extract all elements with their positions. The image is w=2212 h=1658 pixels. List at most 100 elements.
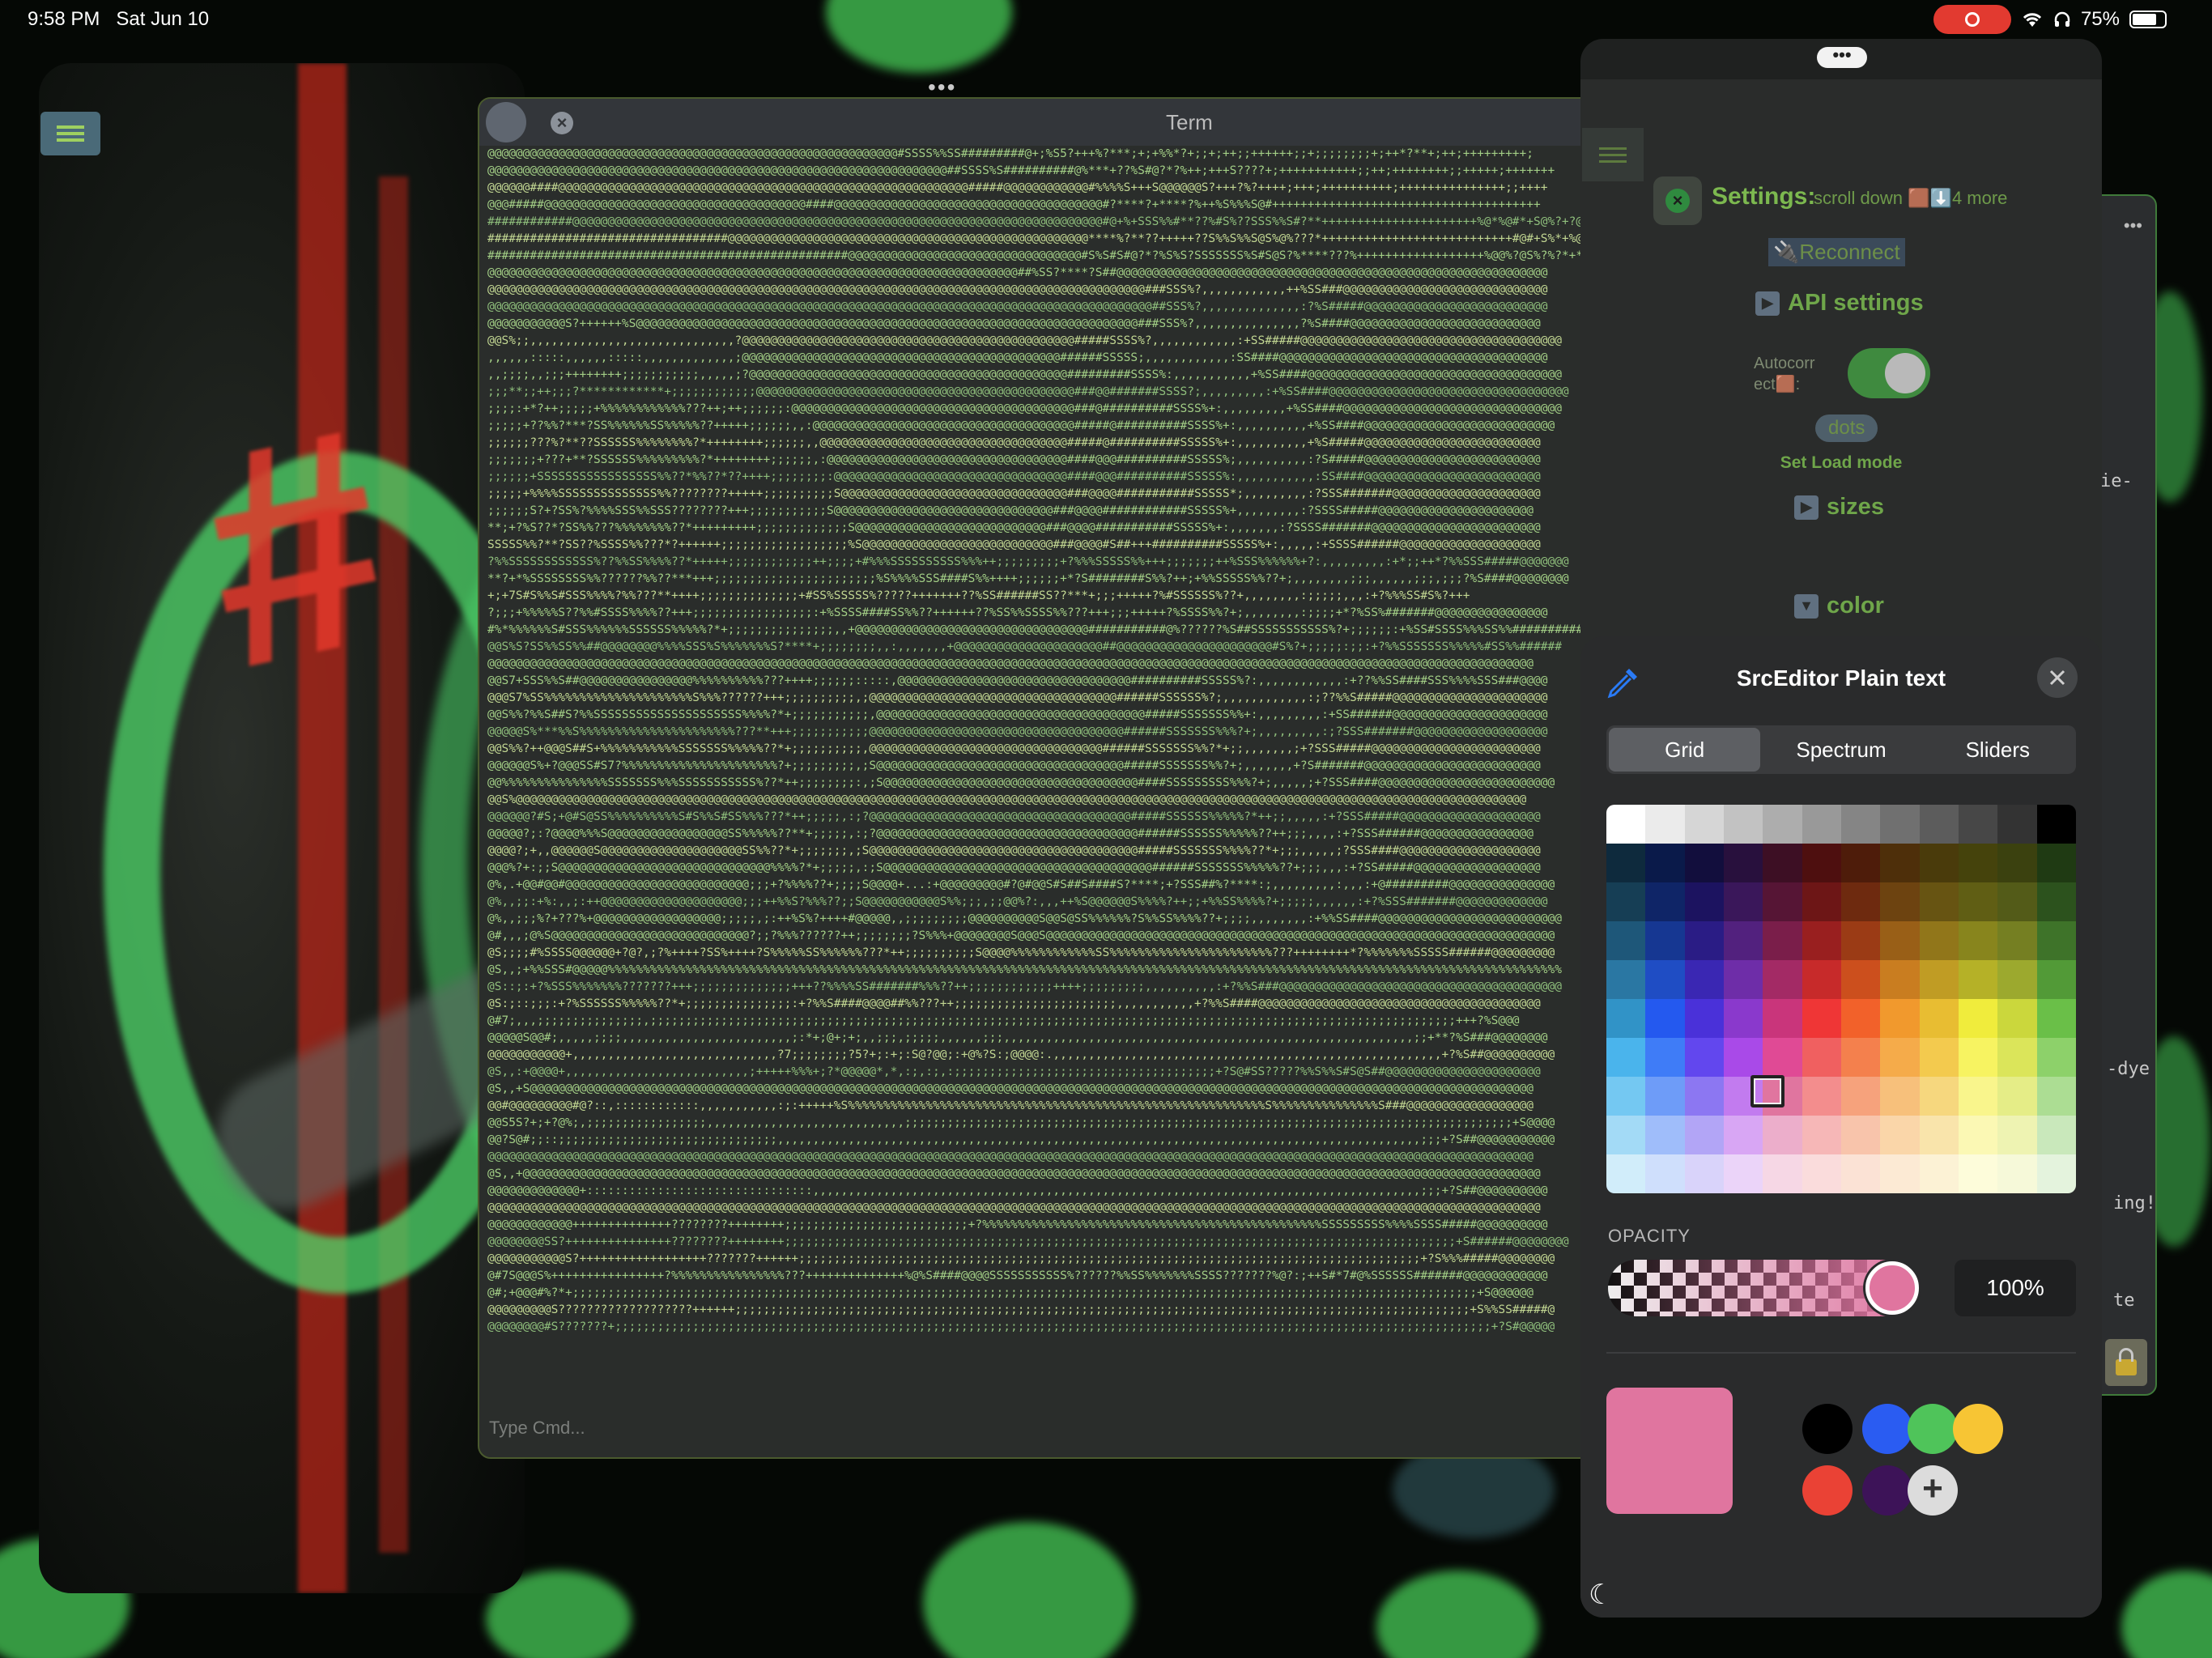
color-cell[interactable] <box>1802 844 1841 882</box>
color-cell[interactable] <box>1958 960 1998 999</box>
settings-close-button[interactable]: × <box>1653 176 1702 225</box>
color-cell[interactable] <box>1802 882 1841 921</box>
color-cell[interactable] <box>1958 1038 1998 1077</box>
color-cell[interactable] <box>1723 1154 1763 1193</box>
picker-close-button[interactable] <box>2037 657 2078 698</box>
color-grid[interactable] <box>1606 805 2076 1193</box>
swatch-green[interactable] <box>1908 1404 1958 1454</box>
color-cell[interactable] <box>1606 1077 1646 1116</box>
color-cell[interactable] <box>1763 882 1802 921</box>
color-cell[interactable] <box>1997 1154 2037 1193</box>
color-cell[interactable] <box>1723 882 1763 921</box>
swatch-yellow[interactable] <box>1953 1404 2003 1454</box>
color-cell[interactable] <box>2036 921 2076 960</box>
color-cell[interactable] <box>2036 1077 2076 1116</box>
color-cell[interactable] <box>1997 1077 2037 1116</box>
color-cell[interactable] <box>1763 1116 1802 1154</box>
color-cell[interactable] <box>1958 805 1998 844</box>
color-cell[interactable] <box>1880 999 1920 1038</box>
color-cell[interactable] <box>1880 882 1920 921</box>
color-cell[interactable] <box>2036 805 2076 844</box>
color-cell[interactable] <box>1684 960 1724 999</box>
color-cell[interactable] <box>1840 999 1881 1038</box>
color-cell[interactable] <box>2036 960 2076 999</box>
color-cell[interactable] <box>1606 844 1646 882</box>
color-cell[interactable] <box>1880 960 1920 999</box>
color-cell[interactable] <box>1840 1154 1881 1193</box>
color-cell[interactable] <box>1645 1116 1685 1154</box>
bg-lock-button[interactable] <box>2105 1339 2147 1386</box>
color-cell[interactable] <box>1684 999 1724 1038</box>
color-cell[interactable] <box>1958 999 1998 1038</box>
color-cell[interactable] <box>1997 1038 2037 1077</box>
color-cell[interactable] <box>1958 921 1998 960</box>
color-cell[interactable] <box>1840 1116 1881 1154</box>
swatch-purple[interactable] <box>1862 1465 1912 1516</box>
color-cell[interactable] <box>1802 1077 1841 1116</box>
color-cell[interactable] <box>1723 921 1763 960</box>
color-cell[interactable] <box>1645 1038 1685 1077</box>
color-cell[interactable] <box>1919 921 1959 960</box>
color-cell[interactable] <box>1645 844 1685 882</box>
color-cell[interactable] <box>1880 1154 1920 1193</box>
screen-recording-indicator[interactable] <box>1933 5 2011 34</box>
color-cell[interactable] <box>1684 1077 1724 1116</box>
color-cell[interactable] <box>1684 844 1724 882</box>
color-cell[interactable] <box>1802 999 1841 1038</box>
color-cell[interactable] <box>1684 882 1724 921</box>
color-cell[interactable] <box>2036 844 2076 882</box>
color-cell[interactable] <box>1606 960 1646 999</box>
color-cell[interactable] <box>1763 999 1802 1038</box>
color-cell[interactable] <box>1684 1038 1724 1077</box>
swatch-black[interactable] <box>1802 1404 1853 1454</box>
color-cell[interactable] <box>1645 805 1685 844</box>
color-cell[interactable] <box>1763 1038 1802 1077</box>
color-cell[interactable] <box>1606 999 1646 1038</box>
color-cell[interactable] <box>2036 1116 2076 1154</box>
color-cell[interactable] <box>1723 805 1763 844</box>
color-cell[interactable] <box>1958 1077 1998 1116</box>
color-cell[interactable] <box>2036 999 2076 1038</box>
color-cell[interactable] <box>1684 805 1724 844</box>
color-cell[interactable] <box>1606 1154 1646 1193</box>
color-cell[interactable] <box>1997 1116 2037 1154</box>
color-cell[interactable] <box>1606 882 1646 921</box>
color-cell[interactable] <box>1880 1116 1920 1154</box>
color-cell[interactable] <box>1763 921 1802 960</box>
color-cell[interactable] <box>1997 960 2037 999</box>
color-cell[interactable] <box>1645 1077 1685 1116</box>
terminal-window[interactable]: × Term @@@@@@@@@@@@@@@@@@@@@@@@@@@@@@@@@… <box>478 97 1631 1459</box>
color-cell[interactable] <box>1880 805 1920 844</box>
color-cell[interactable] <box>1997 805 2037 844</box>
dots-button[interactable]: dots <box>1815 414 1878 442</box>
color-cell[interactable] <box>1997 921 2037 960</box>
color-cell[interactable] <box>1919 960 1959 999</box>
color-cell[interactable] <box>1840 921 1881 960</box>
color-cell[interactable] <box>1684 921 1724 960</box>
color-cell[interactable] <box>1802 921 1841 960</box>
color-cell[interactable] <box>1840 882 1881 921</box>
color-cell[interactable] <box>1880 1077 1920 1116</box>
color-cell[interactable] <box>1802 1154 1841 1193</box>
color-cell[interactable] <box>1840 1077 1881 1116</box>
color-cell[interactable] <box>1919 1116 1959 1154</box>
color-cell[interactable] <box>1606 921 1646 960</box>
sizes-toggle[interactable]: ▶ sizes <box>1794 494 1884 521</box>
color-cell[interactable] <box>1645 921 1685 960</box>
color-cell[interactable] <box>1723 960 1763 999</box>
color-cell[interactable] <box>1763 1154 1802 1193</box>
window-circle-button[interactable] <box>486 102 526 142</box>
color-cell[interactable] <box>1840 1038 1881 1077</box>
color-cell[interactable] <box>1958 1154 1998 1193</box>
command-input[interactable] <box>487 1417 1462 1439</box>
terminal-titlebar[interactable]: × Term <box>479 99 1629 146</box>
color-cell[interactable] <box>1684 1116 1724 1154</box>
color-picker[interactable]: SrcEditor Plain text Grid Spectrum Slide… <box>1580 636 2102 1618</box>
color-cell[interactable] <box>1958 1116 1998 1154</box>
color-cell[interactable] <box>1919 1038 1959 1077</box>
settings-grabber[interactable]: ••• <box>1817 46 1867 68</box>
set-load-mode-button[interactable]: Set Load mode <box>1580 453 2102 473</box>
autocorrect-switch[interactable] <box>1848 348 1930 398</box>
color-cell[interactable] <box>1840 805 1881 844</box>
swatch-blue[interactable] <box>1862 1404 1912 1454</box>
